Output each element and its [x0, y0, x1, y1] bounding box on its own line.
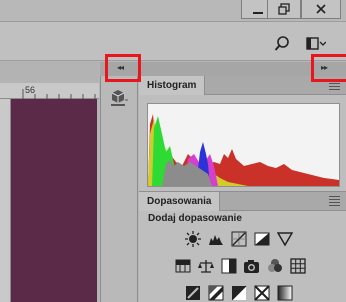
add-adjustment-heading: Dodaj dopasowanie	[148, 213, 242, 224]
posterize-icon[interactable]	[206, 283, 225, 302]
vibrance-icon[interactable]	[275, 229, 294, 248]
adjustments-row-3	[183, 283, 294, 302]
minimize-icon	[253, 12, 263, 14]
curves-icon[interactable]	[229, 229, 248, 248]
expand-button-highlight	[311, 54, 346, 82]
adjustments-row-2	[173, 256, 307, 275]
adjustments-tab-bar: Dopasowania	[139, 191, 346, 211]
color-balance-icon[interactable]	[196, 256, 215, 275]
hue-saturation-icon[interactable]	[173, 256, 192, 275]
color-lookup-icon[interactable]	[288, 256, 307, 275]
invert-icon[interactable]	[183, 283, 202, 302]
document-canvas[interactable]	[11, 99, 97, 302]
tab-adjustments[interactable]: Dopasowania	[139, 191, 221, 211]
threshold-icon[interactable]	[229, 283, 248, 302]
restore-button[interactable]	[267, 0, 301, 19]
brightness-contrast-icon[interactable]	[183, 229, 202, 248]
black-white-icon[interactable]	[219, 256, 238, 275]
adjustments-row-1	[183, 229, 294, 248]
gradient-map-icon[interactable]	[275, 283, 294, 302]
selective-color-icon[interactable]	[252, 283, 271, 302]
tab-histogram[interactable]: Histogram	[139, 75, 206, 95]
channel-mixer-icon[interactable]	[265, 256, 284, 275]
options-bar	[0, 21, 346, 61]
collapse-button-highlight	[105, 54, 141, 82]
vertical-ruler	[0, 99, 11, 302]
histogram-graph	[147, 103, 340, 187]
search-icon[interactable]	[274, 36, 290, 57]
adjustments-menu-icon[interactable]	[329, 194, 340, 208]
ruler-number: 56	[25, 85, 36, 95]
horizontal-ruler	[0, 83, 99, 99]
levels-icon[interactable]	[206, 229, 225, 248]
panel-group-grip	[111, 104, 125, 106]
histogram-plot	[148, 114, 339, 186]
photo-filter-icon[interactable]	[242, 256, 261, 275]
restore-icon	[278, 3, 290, 15]
close-icon	[316, 4, 326, 14]
close-button[interactable]	[301, 0, 341, 19]
exposure-icon[interactable]	[252, 229, 271, 248]
